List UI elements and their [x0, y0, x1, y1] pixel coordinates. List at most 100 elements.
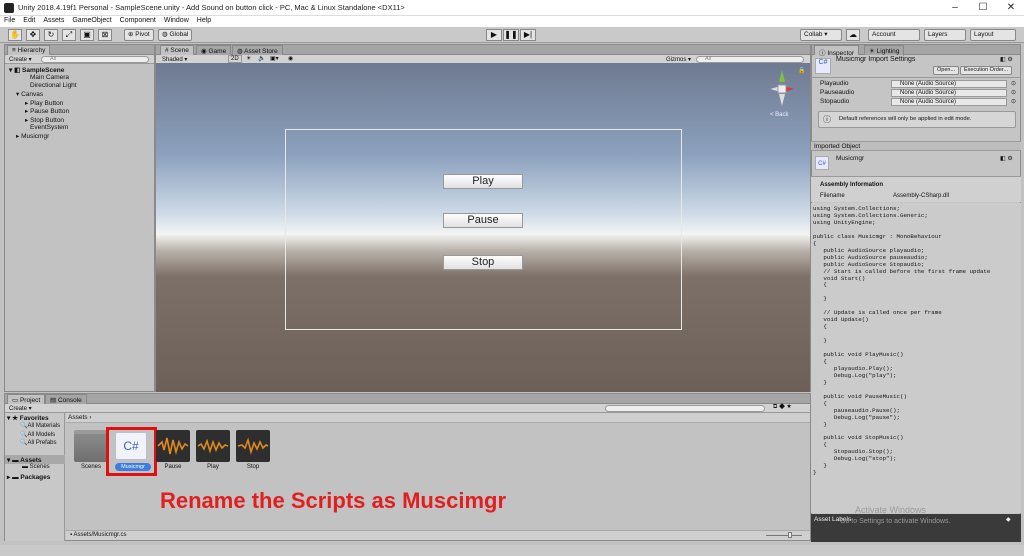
tag-icon[interactable]: ◆: [1006, 516, 1011, 523]
tab-console[interactable]: ▤ Console: [45, 394, 87, 404]
object-picker-icon[interactable]: ⊙: [1011, 98, 1016, 105]
console-tab-label: Console: [57, 397, 82, 404]
scene-root[interactable]: ▾ ◧ SampleScene: [9, 66, 64, 74]
asset-label-stop: Stop: [246, 464, 260, 470]
asset-label-scenes: Scenes: [80, 464, 101, 470]
favorites-label: Favorites: [19, 415, 49, 422]
fav-all-materials[interactable]: 🔍All Materials: [20, 422, 60, 429]
object-picker-icon[interactable]: ⊙: [1011, 80, 1016, 87]
move-tool-icon[interactable]: ✥: [26, 29, 40, 41]
hierarchy-create-button[interactable]: Create ▾: [9, 56, 32, 63]
pause-audio-icon[interactable]: [156, 430, 190, 462]
shading-dropdown[interactable]: Shaded ▾: [162, 56, 222, 63]
stopaudio-field[interactable]: None (Audio Source): [891, 98, 1007, 106]
settings-icon[interactable]: ◧ ⚙: [1000, 155, 1013, 162]
pivot-toggle[interactable]: ⊕ Pivot: [124, 29, 154, 41]
maximize-icon[interactable]: ☐: [968, 0, 998, 16]
hierarchy-item-eventsystem[interactable]: EventSystem: [30, 124, 68, 131]
scene-pause-button[interactable]: Pause: [443, 213, 523, 228]
hierarchy-item-pause-button[interactable]: ▸ Pause Button: [25, 107, 69, 115]
tab-project[interactable]: ▭ Project: [7, 394, 46, 404]
play-audio-icon[interactable]: [196, 430, 230, 462]
filter-icons[interactable]: ⧉ ◆ ★: [773, 404, 791, 411]
pauseaudio-field[interactable]: None (Audio Source): [891, 89, 1007, 97]
stop-audio-icon[interactable]: [236, 430, 270, 462]
asset-label-musicmgr[interactable]: Musicmgr: [115, 463, 151, 471]
audio-toggle-icon[interactable]: 🔈: [258, 55, 265, 62]
light-toggle-icon[interactable]: ☀: [246, 55, 251, 62]
effects-toggle-icon[interactable]: ▣▾: [270, 55, 279, 62]
hierarchy-subbar: Create ▾ All: [5, 55, 154, 64]
account-button[interactable]: Account: [868, 29, 920, 41]
hierarchy-item-directional-light[interactable]: Directional Light: [30, 82, 77, 89]
menu-file[interactable]: File: [0, 16, 19, 25]
layers-button[interactable]: Layers: [924, 29, 966, 41]
minimize-icon[interactable]: –: [940, 0, 970, 16]
musicmgr-script-icon[interactable]: C#: [115, 432, 147, 460]
scenes-folder-icon[interactable]: [74, 430, 108, 462]
rect-tool-icon[interactable]: ▣: [80, 29, 94, 41]
tab-inspector[interactable]: ⓘ Inspector: [814, 45, 860, 57]
execution-order-button[interactable]: Execution Order...: [960, 66, 1013, 75]
hidden-objects-icon[interactable]: ◉: [288, 55, 293, 62]
store-tab-label: Asset Store: [244, 48, 278, 55]
fav-all-prefabs[interactable]: 🔍All Prefabs: [20, 439, 57, 446]
scene-tabbar: # Scene ◉ Game ◍ Asset Store: [156, 45, 810, 55]
close-icon[interactable]: ✕: [996, 0, 1024, 16]
collab-button[interactable]: Collab ▾: [800, 29, 842, 41]
scene-search-input[interactable]: All: [696, 56, 804, 63]
favorites-node[interactable]: ▾ ★ Favorites: [7, 414, 49, 422]
back-label[interactable]: < Back: [770, 112, 789, 118]
project-create-button[interactable]: Create ▾: [9, 405, 32, 412]
scenes-node[interactable]: ▬ Scenes: [22, 464, 50, 470]
open-button[interactable]: Open...: [933, 66, 960, 75]
playaudio-field[interactable]: None (Audio Source): [891, 80, 1007, 88]
tab-asset-store[interactable]: ◍ Asset Store: [232, 45, 283, 55]
breadcrumb[interactable]: Assets ›: [68, 414, 91, 421]
rotate-tool-icon[interactable]: ↻: [44, 29, 58, 41]
assets-node[interactable]: ▾ ▬ Assets: [7, 456, 41, 464]
help-icon[interactable]: ◧ ⚙: [1000, 56, 1013, 63]
asset-label-play: Play: [207, 464, 219, 470]
lock-icon[interactable]: 🔒: [798, 67, 805, 74]
pause-icon[interactable]: ❚❚: [503, 29, 519, 41]
scene-stop-button[interactable]: Stop: [443, 255, 523, 270]
hierarchy-item-main-camera[interactable]: Main Camera: [30, 74, 69, 81]
menu-window[interactable]: Window: [160, 16, 193, 25]
menu-assets[interactable]: Assets: [39, 16, 68, 25]
tab-lighting[interactable]: ☀ Lighting: [864, 45, 905, 55]
tab-hierarchy[interactable]: ≡ Hierarchy: [7, 45, 51, 55]
layout-button[interactable]: Layout: [970, 29, 1016, 41]
object-picker-icon[interactable]: ⊙: [1011, 89, 1016, 96]
hierarchy-item-play-button[interactable]: ▸ Play Button: [25, 99, 63, 107]
menu-edit[interactable]: Edit: [19, 16, 39, 25]
info-circle-icon: ⓘ: [823, 115, 831, 124]
mode-2d-toggle[interactable]: 2D: [228, 55, 242, 63]
packages-node[interactable]: ▸ ▬ Packages: [7, 473, 50, 481]
transform-tool-icon[interactable]: ⊠: [98, 29, 112, 41]
fav-all-models[interactable]: 🔍All Models: [20, 431, 55, 438]
tab-scene[interactable]: # Scene: [160, 45, 194, 55]
hierarchy-item-stop-button[interactable]: ▸ Stop Button: [25, 116, 64, 124]
scene-play-button[interactable]: Play: [443, 174, 523, 189]
step-icon[interactable]: ▶|: [520, 29, 536, 41]
script-code-preview: using System.Collections; using System.C…: [813, 205, 991, 477]
menu-component[interactable]: Component: [116, 16, 160, 25]
global-toggle[interactable]: ◍ Global: [158, 29, 193, 41]
hierarchy-item-musicmgr[interactable]: ▸ Musicmgr: [16, 132, 49, 140]
hierarchy-search-input[interactable]: All: [41, 56, 149, 63]
menu-gameobject[interactable]: GameObject: [68, 16, 115, 25]
packages-node-label: Packages: [20, 474, 51, 481]
scale-tool-icon[interactable]: ⤢: [62, 29, 76, 41]
folder-icon: ▬: [12, 457, 19, 464]
project-search-input[interactable]: [605, 405, 765, 412]
zoom-slider-thumb[interactable]: [788, 532, 792, 538]
hand-tool-icon[interactable]: ✋: [8, 29, 22, 41]
gizmos-dropdown[interactable]: Gizmos ▾: [666, 56, 691, 63]
cloud-icon[interactable]: ☁: [846, 29, 860, 41]
menu-help[interactable]: Help: [193, 16, 215, 25]
play-icon[interactable]: ▶: [486, 29, 502, 41]
hierarchy-item-canvas[interactable]: ▾ Canvas: [16, 90, 43, 98]
tab-game[interactable]: ◉ Game: [196, 45, 232, 55]
zoom-slider[interactable]: [766, 535, 802, 536]
